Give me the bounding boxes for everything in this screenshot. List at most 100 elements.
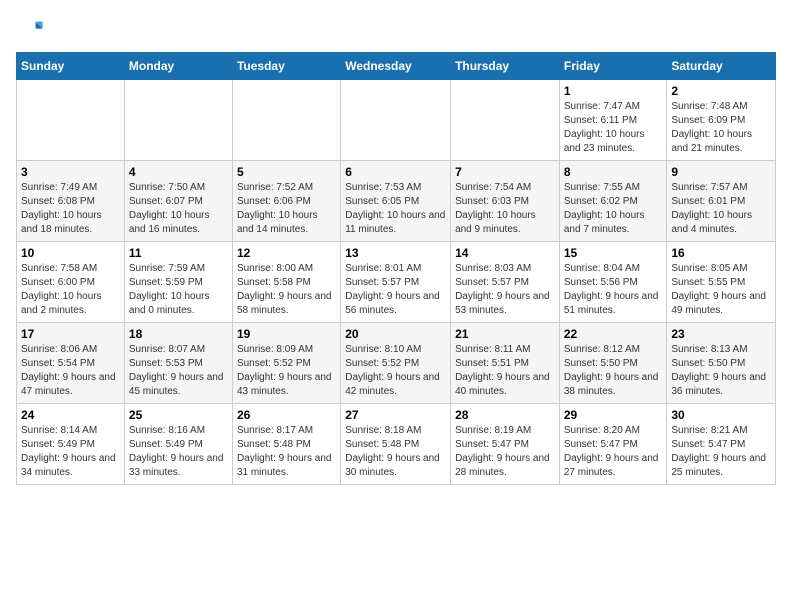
weekday-header-row: SundayMondayTuesdayWednesdayThursdayFrid… bbox=[17, 53, 776, 80]
day-number: 24 bbox=[21, 408, 120, 422]
day-info: Sunrise: 8:01 AM Sunset: 5:57 PM Dayligh… bbox=[345, 262, 446, 318]
day-number: 27 bbox=[345, 408, 446, 422]
calendar-cell: 5 Sunrise: 7:52 AM Sunset: 6:06 PM Daylig… bbox=[232, 161, 340, 242]
calendar-cell: 22 Sunrise: 8:12 AM Sunset: 5:50 PM Dayli… bbox=[559, 323, 667, 404]
day-info: Sunrise: 7:55 AM Sunset: 6:02 PM Dayligh… bbox=[564, 181, 663, 237]
day-info: Sunrise: 8:11 AM Sunset: 5:51 PM Dayligh… bbox=[455, 343, 555, 399]
day-number: 20 bbox=[345, 327, 446, 341]
day-number: 2 bbox=[671, 84, 771, 98]
calendar-cell: 2Sunrise: 7:48 AM Sunset: 6:09 PM Daylig… bbox=[667, 80, 776, 161]
weekday-header: Tuesday bbox=[232, 53, 340, 80]
day-info: Sunrise: 8:05 AM Sunset: 5:55 PM Dayligh… bbox=[671, 262, 771, 318]
day-info: Sunrise: 8:12 AM Sunset: 5:50 PM Dayligh… bbox=[564, 343, 663, 399]
day-info: Sunrise: 8:18 AM Sunset: 5:48 PM Dayligh… bbox=[345, 424, 446, 480]
calendar-cell: 14Sunrise: 8:03 AM Sunset: 5:57 PM Dayli… bbox=[451, 242, 560, 323]
calendar-cell: 4 Sunrise: 7:50 AM Sunset: 6:07 PM Daylig… bbox=[124, 161, 232, 242]
calendar-cell: 23 Sunrise: 8:13 AM Sunset: 5:50 PM Dayli… bbox=[667, 323, 776, 404]
day-number: 26 bbox=[237, 408, 336, 422]
day-info: Sunrise: 7:50 AM Sunset: 6:07 PM Dayligh… bbox=[129, 181, 228, 237]
calendar-cell: 16 Sunrise: 8:05 AM Sunset: 5:55 PM Dayli… bbox=[667, 242, 776, 323]
calendar-cell bbox=[124, 80, 232, 161]
calendar-cell: 1 Sunrise: 7:47 AM Sunset: 6:11 PM Daylig… bbox=[559, 80, 667, 161]
day-number: 16 bbox=[671, 246, 771, 260]
day-info: Sunrise: 7:54 AM Sunset: 6:03 PM Dayligh… bbox=[455, 181, 555, 237]
day-info: Sunrise: 8:03 AM Sunset: 5:57 PM Dayligh… bbox=[455, 262, 555, 318]
day-number: 8 bbox=[564, 165, 663, 179]
day-number: 23 bbox=[671, 327, 771, 341]
day-number: 7 bbox=[455, 165, 555, 179]
day-number: 30 bbox=[671, 408, 771, 422]
day-number: 4 bbox=[129, 165, 228, 179]
day-number: 12 bbox=[237, 246, 336, 260]
calendar-cell: 19Sunrise: 8:09 AM Sunset: 5:52 PM Dayli… bbox=[232, 323, 340, 404]
day-info: Sunrise: 7:47 AM Sunset: 6:11 PM Dayligh… bbox=[564, 100, 663, 156]
calendar-cell: 17 Sunrise: 8:06 AM Sunset: 5:54 PM Dayli… bbox=[17, 323, 125, 404]
logo-icon bbox=[16, 16, 44, 44]
day-info: Sunrise: 8:07 AM Sunset: 5:53 PM Dayligh… bbox=[129, 343, 228, 399]
weekday-header: Saturday bbox=[667, 53, 776, 80]
day-number: 15 bbox=[564, 246, 663, 260]
calendar-cell: 25 Sunrise: 8:16 AM Sunset: 5:49 PM Dayli… bbox=[124, 404, 232, 485]
day-info: Sunrise: 8:17 AM Sunset: 5:48 PM Dayligh… bbox=[237, 424, 336, 480]
day-info: Sunrise: 7:57 AM Sunset: 6:01 PM Dayligh… bbox=[671, 181, 771, 237]
day-number: 1 bbox=[564, 84, 663, 98]
day-info: Sunrise: 7:53 AM Sunset: 6:05 PM Dayligh… bbox=[345, 181, 446, 237]
day-number: 6 bbox=[345, 165, 446, 179]
calendar-cell: 21 Sunrise: 8:11 AM Sunset: 5:51 PM Dayli… bbox=[451, 323, 560, 404]
day-info: Sunrise: 7:58 AM Sunset: 6:00 PM Dayligh… bbox=[21, 262, 120, 318]
calendar-cell: 11Sunrise: 7:59 AM Sunset: 5:59 PM Dayli… bbox=[124, 242, 232, 323]
calendar-cell: 6 Sunrise: 7:53 AM Sunset: 6:05 PM Daylig… bbox=[341, 161, 451, 242]
calendar-cell: 9 Sunrise: 7:57 AM Sunset: 6:01 PM Daylig… bbox=[667, 161, 776, 242]
calendar-cell: 29Sunrise: 8:20 AM Sunset: 5:47 PM Dayli… bbox=[559, 404, 667, 485]
calendar-week-row: 1 Sunrise: 7:47 AM Sunset: 6:11 PM Daylig… bbox=[17, 80, 776, 161]
calendar-cell bbox=[341, 80, 451, 161]
calendar-week-row: 17 Sunrise: 8:06 AM Sunset: 5:54 PM Dayli… bbox=[17, 323, 776, 404]
day-info: Sunrise: 8:10 AM Sunset: 5:52 PM Dayligh… bbox=[345, 343, 446, 399]
day-info: Sunrise: 7:49 AM Sunset: 6:08 PM Dayligh… bbox=[21, 181, 120, 237]
weekday-header: Monday bbox=[124, 53, 232, 80]
day-number: 22 bbox=[564, 327, 663, 341]
day-info: Sunrise: 8:13 AM Sunset: 5:50 PM Dayligh… bbox=[671, 343, 771, 399]
day-number: 25 bbox=[129, 408, 228, 422]
calendar-cell: 8 Sunrise: 7:55 AM Sunset: 6:02 PM Daylig… bbox=[559, 161, 667, 242]
calendar-cell: 15Sunrise: 8:04 AM Sunset: 5:56 PM Dayli… bbox=[559, 242, 667, 323]
day-number: 28 bbox=[455, 408, 555, 422]
calendar-cell: 7 Sunrise: 7:54 AM Sunset: 6:03 PM Daylig… bbox=[451, 161, 560, 242]
day-info: Sunrise: 8:00 AM Sunset: 5:58 PM Dayligh… bbox=[237, 262, 336, 318]
day-info: Sunrise: 8:14 AM Sunset: 5:49 PM Dayligh… bbox=[21, 424, 120, 480]
day-number: 21 bbox=[455, 327, 555, 341]
calendar-week-row: 10 Sunrise: 7:58 AM Sunset: 6:00 PM Dayli… bbox=[17, 242, 776, 323]
day-info: Sunrise: 8:16 AM Sunset: 5:49 PM Dayligh… bbox=[129, 424, 228, 480]
day-number: 17 bbox=[21, 327, 120, 341]
day-number: 13 bbox=[345, 246, 446, 260]
logo bbox=[16, 16, 48, 44]
calendar-cell: 27 Sunrise: 8:18 AM Sunset: 5:48 PM Dayli… bbox=[341, 404, 451, 485]
day-number: 5 bbox=[237, 165, 336, 179]
calendar-cell: 12 Sunrise: 8:00 AM Sunset: 5:58 PM Dayli… bbox=[232, 242, 340, 323]
weekday-header: Sunday bbox=[17, 53, 125, 80]
day-number: 3 bbox=[21, 165, 120, 179]
weekday-header: Friday bbox=[559, 53, 667, 80]
calendar-cell: 3 Sunrise: 7:49 AM Sunset: 6:08 PM Daylig… bbox=[17, 161, 125, 242]
calendar-table: SundayMondayTuesdayWednesdayThursdayFrid… bbox=[16, 52, 776, 485]
day-info: Sunrise: 8:06 AM Sunset: 5:54 PM Dayligh… bbox=[21, 343, 120, 399]
calendar-week-row: 3 Sunrise: 7:49 AM Sunset: 6:08 PM Daylig… bbox=[17, 161, 776, 242]
day-number: 29 bbox=[564, 408, 663, 422]
day-info: Sunrise: 8:19 AM Sunset: 5:47 PM Dayligh… bbox=[455, 424, 555, 480]
day-number: 18 bbox=[129, 327, 228, 341]
day-number: 10 bbox=[21, 246, 120, 260]
calendar-cell: 26 Sunrise: 8:17 AM Sunset: 5:48 PM Dayli… bbox=[232, 404, 340, 485]
weekday-header: Thursday bbox=[451, 53, 560, 80]
calendar-cell: 20 Sunrise: 8:10 AM Sunset: 5:52 PM Dayli… bbox=[341, 323, 451, 404]
day-info: Sunrise: 8:21 AM Sunset: 5:47 PM Dayligh… bbox=[671, 424, 771, 480]
day-number: 9 bbox=[671, 165, 771, 179]
day-info: Sunrise: 7:52 AM Sunset: 6:06 PM Dayligh… bbox=[237, 181, 336, 237]
calendar-cell: 28 Sunrise: 8:19 AM Sunset: 5:47 PM Dayli… bbox=[451, 404, 560, 485]
day-number: 19 bbox=[237, 327, 336, 341]
page-header bbox=[16, 16, 776, 44]
calendar-cell: 10 Sunrise: 7:58 AM Sunset: 6:00 PM Dayli… bbox=[17, 242, 125, 323]
calendar-cell bbox=[451, 80, 560, 161]
calendar-cell: 18 Sunrise: 8:07 AM Sunset: 5:53 PM Dayli… bbox=[124, 323, 232, 404]
day-info: Sunrise: 7:59 AM Sunset: 5:59 PM Dayligh… bbox=[129, 262, 228, 318]
calendar-cell: 24 Sunrise: 8:14 AM Sunset: 5:49 PM Dayli… bbox=[17, 404, 125, 485]
